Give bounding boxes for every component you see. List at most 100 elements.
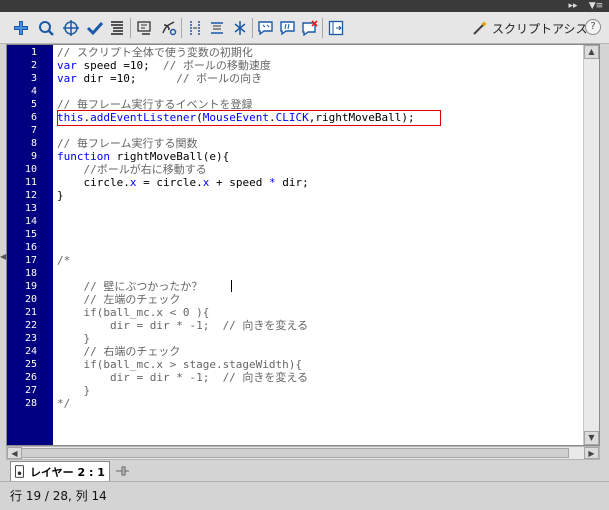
line-number: 14 [24, 216, 37, 227]
code-hint-icon[interactable] [136, 19, 154, 37]
code-token: } [57, 332, 91, 345]
auto-format-icon[interactable] [108, 19, 126, 37]
add-statement-icon[interactable] [12, 19, 30, 37]
code-token: ,rightMoveBall); [308, 111, 415, 124]
pin-script-button[interactable] [114, 464, 130, 478]
line-number: 12 [24, 190, 37, 201]
code-line: var dir =10; // ボールの向き [57, 72, 262, 85]
code-token: dir =10; [76, 72, 177, 85]
code-token: if(ball_mc.x < 0 ){ [57, 306, 210, 319]
code-line: dir = dir * -1; // 向きを変える [57, 371, 308, 384]
code-line: if(ball_mc.x > stage.stageWidth){ [57, 358, 302, 371]
help-button[interactable]: ? [585, 19, 601, 35]
status-bar: 行 19 / 28, 列 14 [0, 482, 609, 510]
layer-script-icon [15, 465, 24, 478]
collapse-selection-icon[interactable] [208, 19, 226, 37]
line-number: 22 [24, 320, 37, 331]
line-number: 3 [30, 73, 37, 84]
horizontal-scrollbar[interactable]: ◀ ▶ [6, 446, 600, 460]
expand-all-icon[interactable] [231, 19, 249, 37]
code-token: * [268, 176, 276, 189]
collapse-arrows-icon[interactable]: ▸▸ [566, 0, 580, 12]
code-token: circle. [57, 176, 130, 189]
line-number: 15 [24, 229, 37, 240]
code-token: . [268, 111, 276, 124]
line-number: 21 [24, 307, 37, 318]
target-path-icon[interactable] [62, 19, 80, 37]
scroll-right-button[interactable]: ▶ [584, 447, 599, 459]
line-number: 26 [24, 372, 37, 383]
panel-menu-icon[interactable]: ▼≡ [588, 0, 604, 12]
line-number: 5 [30, 99, 37, 110]
check-syntax-icon[interactable] [86, 19, 104, 37]
script-assist-button[interactable]: スクリプトアシスト [472, 19, 600, 37]
line-number: 16 [24, 242, 37, 253]
code-token: CLICK [275, 111, 309, 124]
code-area[interactable]: // スクリプト全体で使う変数の初期化 var speed =10; // ボール… [57, 45, 581, 445]
code-line: } [57, 384, 90, 397]
pin-icon [116, 466, 129, 476]
scroll-left-button[interactable]: ◀ [7, 447, 22, 459]
code-line: */ [57, 397, 70, 410]
toolbar-separator [181, 18, 182, 38]
line-number: 27 [24, 385, 37, 396]
code-token: //ボールが右に移動する [57, 163, 207, 176]
code-line: if(ball_mc.x < 0 ){ [57, 306, 209, 319]
vertical-scrollbar[interactable]: ▲ ▼ [583, 45, 599, 445]
horizontal-scroll-thumb[interactable] [21, 448, 569, 458]
line-number: 9 [30, 151, 37, 162]
line-number: 2 [30, 60, 37, 71]
code-token: */ [57, 397, 71, 410]
text-cursor [231, 280, 232, 292]
code-token: } [57, 384, 91, 397]
code-line: // 毎フレーム実行するイベントを登録 [57, 98, 253, 111]
layer-tab-label: レイヤー 2 : 1 [30, 465, 105, 479]
code-line: dir = dir * -1; // 向きを変える [57, 319, 308, 332]
collapse-between-braces-icon[interactable] [186, 19, 204, 37]
code-line: /* [57, 254, 70, 267]
apply-line-comment-icon[interactable] [279, 19, 297, 37]
toolbar-separator [322, 18, 323, 38]
code-token: function [57, 150, 110, 163]
line-number: 1 [30, 47, 37, 58]
line-number-gutter: 1 2 3 4 5 6 7 8 9 10 11 12 13 14 15 16 17 18 19 20 21 22 23 24 2… [7, 45, 53, 445]
line-number: 28 [24, 398, 37, 409]
code-line: // 左端のチェック [57, 293, 180, 306]
code-token: dir = dir * -1; // 向きを変える [57, 371, 309, 384]
toolbar-separator [252, 18, 253, 38]
layer-tab[interactable]: レイヤー 2 : 1 [10, 461, 110, 481]
code-line: function rightMoveBall(e){ [57, 150, 229, 163]
magic-wand-icon [473, 21, 487, 35]
apply-block-comment-icon[interactable] [257, 19, 275, 37]
code-token: // 右端のチェック [57, 345, 181, 358]
script-assist-label: スクリプトアシスト [492, 21, 600, 36]
code-token: // スクリプト全体で使う変数の初期化 [57, 46, 253, 59]
panel-collapse-arrow-icon[interactable]: ◀ [0, 252, 6, 262]
scroll-down-button[interactable]: ▼ [584, 431, 599, 445]
scroll-up-button[interactable]: ▲ [584, 45, 599, 59]
code-line: } [57, 332, 90, 345]
code-token: if(ball_mc.x > stage.stageWidth){ [57, 358, 303, 371]
code-token: speed =10; [76, 59, 163, 72]
layer-tab-bar: レイヤー 2 : 1 [0, 460, 609, 482]
line-number: 25 [24, 359, 37, 370]
line-number: 7 [30, 125, 37, 136]
debug-options-icon[interactable] [160, 19, 178, 37]
code-token: rightMoveBall(e){ [109, 150, 230, 163]
code-token: // 毎フレーム実行するイベントを登録 [57, 98, 253, 111]
show-hide-toolbox-icon[interactable] [327, 19, 345, 37]
code-line: // 壁にぶつかったか？ [57, 280, 202, 293]
code-line: } [57, 189, 64, 202]
line-number: 11 [24, 177, 37, 188]
script-editor[interactable]: 1 2 3 4 5 6 7 8 9 10 11 12 13 14 15 16 17 18 19 20 21 22 23 24 2… [6, 44, 600, 446]
panel-title-bar: ▸▸ ▼≡ [0, 0, 609, 12]
line-number: 23 [24, 333, 37, 344]
code-token: + speed [209, 176, 269, 189]
line-number: 10 [24, 164, 37, 175]
remove-comment-icon[interactable] [301, 19, 319, 37]
find-icon[interactable] [37, 19, 55, 37]
code-line: var speed =10; // ボールの移動速度 [57, 59, 271, 72]
code-line: // スクリプト全体で使う変数の初期化 [57, 46, 253, 59]
line-number: 4 [30, 86, 37, 97]
line-number: 20 [24, 294, 37, 305]
